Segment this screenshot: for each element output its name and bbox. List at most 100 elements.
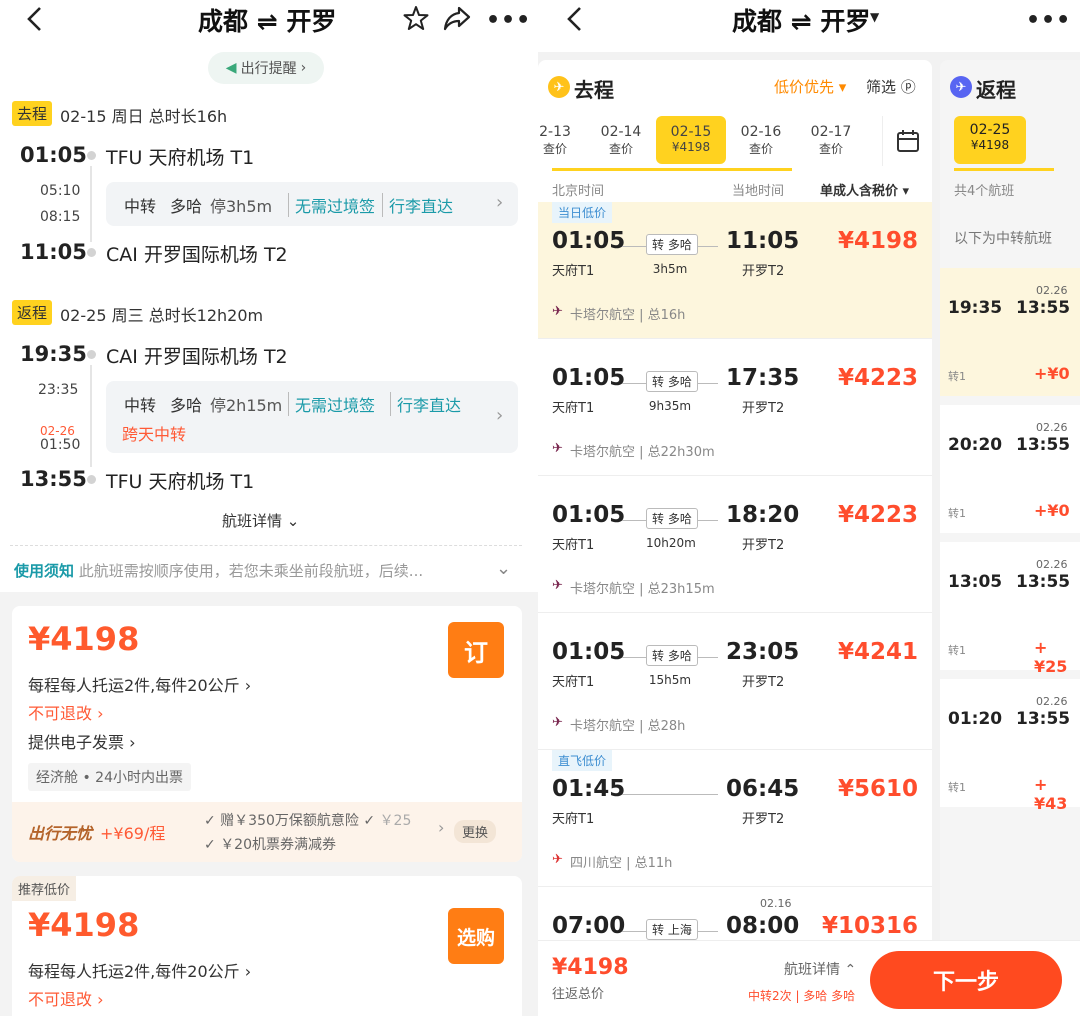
- arr-time: 18:20: [726, 502, 800, 528]
- outbound-label: 去程: [574, 78, 614, 102]
- back-icon[interactable]: [560, 4, 590, 34]
- return-count: 共4个航班: [954, 184, 1015, 199]
- baggage-rule[interactable]: 每程每人托运2件,每件20公斤 ›: [28, 672, 251, 696]
- timeline-line: [90, 166, 92, 242]
- date-tab[interactable]: 02-16 查价: [726, 116, 796, 164]
- date-tab[interactable]: 02-14 查价: [586, 116, 656, 164]
- arr-station: 开罗T2: [742, 401, 785, 416]
- chevron-down-icon[interactable]: ⌄: [496, 558, 511, 579]
- offer-card: 推荐低价 ¥4198 选购 每程每人托运2件,每件20公斤 › 不可退改 ›: [12, 876, 522, 1016]
- calendar-icon[interactable]: [882, 116, 932, 166]
- sort-dropdown[interactable]: 低价优先 ▾: [774, 76, 846, 97]
- filter-button[interactable]: 筛选 ⓟ: [866, 76, 916, 97]
- chevron-right-icon: ›: [496, 192, 504, 213]
- refund-rule[interactable]: 不可退改 ›: [28, 986, 104, 1010]
- dep-time: 01:20: [948, 709, 1003, 729]
- return-flight-row[interactable]: 02.26 19:35 13:55 转1 +¥0: [940, 268, 1080, 396]
- favorite-star-icon[interactable]: [402, 4, 430, 32]
- dep-time: 20:20: [948, 435, 1003, 455]
- page-title[interactable]: 成都 ⇌ 开罗: [732, 2, 870, 38]
- arr-time: 13:55: [1016, 435, 1071, 455]
- price-diff: +¥43: [1034, 775, 1068, 813]
- return-arr-time: 13:55: [20, 467, 87, 491]
- offer-card: ¥4198 订 每程每人托运2件,每件20公斤 › 不可退改 › 提供电子发票 …: [12, 606, 522, 862]
- stop-badge: 转 上海: [646, 919, 698, 940]
- footer-details-toggle[interactable]: 航班详情 ⌃: [784, 959, 856, 979]
- stop-badge: 转 多哈: [646, 234, 698, 255]
- outbound-dep-station: TFU 天府机场 T1: [106, 147, 255, 169]
- airline-logo-icon: ✈: [552, 441, 563, 456]
- timeline-dot: [87, 475, 96, 484]
- outbound-transfer-dep: 08:15: [40, 209, 81, 225]
- travel-reminder-chip[interactable]: ◀ 出行提醒 ›: [208, 52, 324, 84]
- flight-row[interactable]: 07:00 08:00 转 上海 02.16 ¥10316: [538, 887, 932, 940]
- outbound-dep-time: 01:05: [20, 143, 87, 167]
- usage-notice[interactable]: 使用须知 此航班需按顺序使用，若您未乘坐前段航班，后续...: [14, 560, 524, 581]
- airline-info: 卡塔尔航空 | 总16h: [570, 308, 686, 323]
- airline-logo-icon: ✈: [552, 852, 563, 867]
- arr-time: 13:55: [1016, 298, 1071, 318]
- arr-station: 开罗T2: [742, 675, 785, 690]
- dep-time: 01:05: [552, 228, 626, 254]
- airline-info: 卡塔尔航空 | 总28h: [570, 719, 686, 734]
- stop-badge: 转 多哈: [646, 508, 698, 529]
- buy-button[interactable]: 选购: [448, 908, 504, 964]
- return-transfer-arr: 23:35: [38, 382, 79, 398]
- caret-down-icon[interactable]: ▼: [870, 10, 879, 24]
- flight-price: ¥5610: [837, 776, 918, 802]
- flight-price: ¥4223: [837, 365, 918, 391]
- return-flight-row[interactable]: 02.26 01:20 13:55 转1 +¥43: [940, 679, 1080, 813]
- date-tab[interactable]: 02-15 ¥4198: [656, 116, 726, 164]
- duration: 9h35m: [648, 399, 692, 413]
- more-icon[interactable]: •••: [1026, 8, 1071, 33]
- arr-time: 13:55: [1016, 709, 1071, 729]
- flight-ribbon: 当日低价: [552, 202, 613, 223]
- return-dep-station: CAI 开罗国际机场 T2: [106, 346, 288, 368]
- flight-row[interactable]: 01:05 18:20 天府T1 开罗T2 转 多哈 10h20m ¥4223 卡塔尔航空 |…: [538, 476, 932, 613]
- book-button[interactable]: 订: [448, 622, 504, 678]
- flight-price: ¥4198: [837, 228, 918, 254]
- outbound-arr-time: 11:05: [20, 240, 87, 264]
- return-note: 以下为中转航班: [954, 231, 1052, 247]
- back-icon[interactable]: [20, 4, 50, 34]
- offer-price: ¥4198: [28, 906, 140, 944]
- flight-ribbon: 直飞低价: [552, 750, 613, 771]
- return-flight-row[interactable]: 02.26 13:05 13:55 转1 +¥25: [940, 542, 1080, 676]
- arr-date: 02.16: [760, 897, 792, 910]
- return-date-tab[interactable]: 02-25 ¥4198: [954, 116, 1026, 164]
- date-tab[interactable]: 02-17 查价: [796, 116, 866, 164]
- flight-price: ¥10316: [821, 913, 918, 939]
- timeline-dot: [87, 151, 96, 160]
- outbound-transfer-box[interactable]: 中转 多哈 停3h5m 无需过境签 行李直达 ›: [106, 182, 518, 226]
- date-tab[interactable]: 2-13 查价: [538, 116, 590, 164]
- offer-price: ¥4198: [28, 620, 140, 658]
- return-transfer-box[interactable]: 中转 多哈 停2h15m 无需过境签 行李直达 跨天中转 ›: [106, 381, 518, 453]
- arr-date: 02.26: [1036, 284, 1068, 297]
- price-diff: +¥0: [1034, 501, 1070, 520]
- share-icon[interactable]: [442, 4, 472, 32]
- flight-details-toggle[interactable]: 航班详情 ⌄: [222, 510, 299, 531]
- price-diff: +¥0: [1034, 364, 1070, 383]
- col-price[interactable]: 单成人含税价 ▾: [820, 180, 909, 199]
- flight-row[interactable]: 当日低价 01:05 11:05 天府T1 开罗T2 转 多哈 3h5m ¥4198 卡塔尔航空…: [538, 202, 932, 339]
- addon-bar[interactable]: 出行无忧 +¥69/程 ✓ 赠￥350万保额航意险 ✓ ￥25 ✓ ￥20机票券…: [12, 802, 522, 862]
- flight-row[interactable]: 01:05 23:05 天府T1 开罗T2 转 多哈 15h5m ¥4241 卡塔尔航空 | …: [538, 613, 932, 750]
- duration: 3h5m: [652, 262, 688, 276]
- airline-info: 卡塔尔航空 | 总23h15m: [570, 582, 715, 597]
- arr-station: 开罗T2: [742, 812, 785, 827]
- dep-station: 天府T1: [552, 264, 595, 279]
- airline-info: 四川航空 | 总11h: [570, 856, 673, 871]
- invoice-info[interactable]: 提供电子发票 ›: [28, 729, 136, 753]
- flight-row[interactable]: 01:05 17:35 天府T1 开罗T2 转 多哈 9h35m ¥4223 卡塔尔航空 | …: [538, 339, 932, 476]
- more-icon[interactable]: •••: [486, 8, 531, 33]
- return-scroll-indicator: [954, 168, 1054, 171]
- return-flight-row[interactable]: 02.26 20:20 13:55 转1 +¥0: [940, 405, 1080, 533]
- refund-rule[interactable]: 不可退改 ›: [28, 700, 104, 724]
- next-step-button[interactable]: 下一步: [870, 951, 1062, 1009]
- transfer-count: 转1: [948, 644, 966, 657]
- change-addon-button[interactable]: 更换: [454, 820, 497, 843]
- outbound-list: ✈ 去程 低价优先 ▾ 筛选 ⓟ 2-13 查价 02-14 查价 02-15 ¥4198…: [538, 60, 932, 940]
- baggage-rule[interactable]: 每程每人托运2件,每件20公斤 ›: [28, 958, 251, 982]
- chevron-right-icon: ›: [496, 405, 504, 426]
- flight-row[interactable]: 直飞低价 01:45 06:45 天府T1 开罗T2 ¥5610 四川航空 | 总11h ✈: [538, 750, 932, 887]
